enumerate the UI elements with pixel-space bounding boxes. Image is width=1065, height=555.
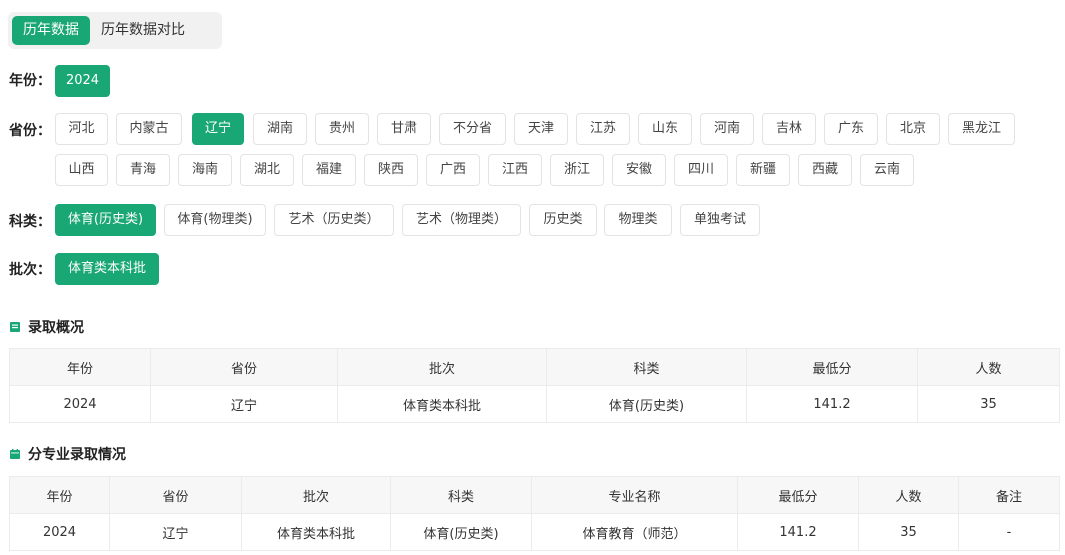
majors-section-title: 分专业录取情况 (10, 444, 126, 464)
province-option[interactable]: 河北 (55, 113, 108, 145)
province-option[interactable]: 云南 (860, 154, 914, 186)
table-row: 2024 辽宁 体育类本科批 体育(历史类) 141.2 35 (9, 385, 1060, 423)
province-option[interactable]: 河南 (700, 113, 754, 145)
column-header: 批次 (337, 348, 547, 386)
province-option[interactable]: 黑龙江 (948, 113, 1015, 145)
category-option[interactable]: 单独考试 (680, 204, 760, 236)
province-option[interactable]: 北京 (886, 113, 940, 145)
table-cell: 体育类本科批 (241, 513, 391, 551)
province-option[interactable]: 吉林 (762, 113, 816, 145)
overview-table: 年份 省份 批次 科类 最低分 人数 2024 辽宁 体育类本科批 体育(历史类… (9, 348, 1060, 423)
table-cell: 体育(历史类) (546, 385, 747, 423)
table-cell: 35 (858, 513, 959, 551)
table-cell: 2024 (9, 385, 151, 423)
province-option[interactable]: 江苏 (576, 113, 630, 145)
table-cell: 辽宁 (150, 385, 338, 423)
category-option[interactable]: 体育(历史类) (55, 204, 156, 236)
tab-history-compare[interactable]: 历年数据对比 (90, 16, 196, 45)
category-option[interactable]: 物理类 (604, 204, 672, 236)
overview-title-text: 录取概况 (28, 320, 84, 336)
column-header: 人数 (858, 476, 959, 514)
column-header: 科类 (546, 348, 747, 386)
table-cell: 体育类本科批 (337, 385, 547, 423)
table-header-row: 年份 省份 批次 科类 专业名称 最低分 人数 备注 (9, 476, 1060, 514)
province-option[interactable]: 山东 (638, 113, 692, 145)
batch-filter-label: 批次： (9, 262, 51, 278)
province-option[interactable]: 广东 (824, 113, 878, 145)
province-option[interactable]: 内蒙古 (116, 113, 182, 145)
table-cell: 2024 (9, 513, 110, 551)
table-cell: 体育(历史类) (390, 513, 532, 551)
column-header: 人数 (917, 348, 1060, 386)
column-header: 最低分 (746, 348, 918, 386)
table-cell: 141.2 (746, 385, 918, 423)
batch-option[interactable]: 体育类本科批 (55, 253, 159, 285)
column-header: 年份 (9, 476, 110, 514)
province-option[interactable]: 广西 (426, 154, 480, 186)
column-header: 专业名称 (531, 476, 738, 514)
calendar-icon (10, 449, 20, 459)
column-header: 年份 (9, 348, 151, 386)
category-option[interactable]: 艺术（历史类） (274, 204, 394, 236)
category-filter-label: 科类： (9, 214, 51, 230)
column-header: 最低分 (737, 476, 859, 514)
column-header: 批次 (241, 476, 391, 514)
majors-table: 年份 省份 批次 科类 专业名称 最低分 人数 备注 2024 辽宁 体育类本科… (9, 476, 1060, 551)
tab-history-data[interactable]: 历年数据 (12, 16, 90, 45)
column-header: 科类 (390, 476, 532, 514)
province-option[interactable]: 海南 (178, 154, 232, 186)
province-option[interactable]: 江西 (488, 154, 542, 186)
province-option[interactable]: 新疆 (736, 154, 790, 186)
table-cell: 体育教育（师范） (531, 513, 738, 551)
column-header: 省份 (109, 476, 242, 514)
document-icon (10, 322, 20, 332)
table-cell: - (958, 513, 1060, 551)
table-cell: 35 (917, 385, 1060, 423)
province-option[interactable]: 安徽 (612, 154, 666, 186)
column-header: 省份 (150, 348, 338, 386)
province-option[interactable]: 陕西 (364, 154, 418, 186)
year-filter-label: 年份： (9, 73, 51, 89)
province-option[interactable]: 山西 (55, 154, 108, 186)
column-header: 备注 (958, 476, 1060, 514)
province-option[interactable]: 湖南 (253, 113, 307, 145)
majors-title-text: 分专业录取情况 (28, 447, 126, 463)
table-cell: 辽宁 (109, 513, 242, 551)
province-option[interactable]: 福建 (302, 154, 356, 186)
category-option[interactable]: 体育(物理类) (164, 204, 266, 236)
province-option[interactable]: 西藏 (798, 154, 852, 186)
province-option[interactable]: 不分省 (439, 113, 506, 145)
category-option[interactable]: 艺术（物理类） (402, 204, 521, 236)
province-option[interactable]: 四川 (674, 154, 728, 186)
year-option-2024[interactable]: 2024 (55, 65, 110, 97)
table-header-row: 年份 省份 批次 科类 最低分 人数 (9, 348, 1060, 386)
table-row: 2024 辽宁 体育类本科批 体育(历史类) 体育教育（师范） 141.2 35… (9, 513, 1060, 551)
province-option[interactable]: 天津 (514, 113, 568, 145)
province-option[interactable]: 辽宁 (192, 113, 244, 145)
province-option[interactable]: 甘肃 (377, 113, 431, 145)
overview-section-title: 录取概况 (10, 317, 84, 337)
table-cell: 141.2 (737, 513, 859, 551)
province-option[interactable]: 青海 (116, 154, 170, 186)
province-option[interactable]: 浙江 (550, 154, 604, 186)
province-filter-label: 省份： (9, 123, 51, 139)
category-option[interactable]: 历史类 (529, 204, 597, 236)
province-option[interactable]: 贵州 (315, 113, 369, 145)
province-option[interactable]: 湖北 (240, 154, 294, 186)
view-tabs: 历年数据 历年数据对比 (8, 12, 222, 49)
